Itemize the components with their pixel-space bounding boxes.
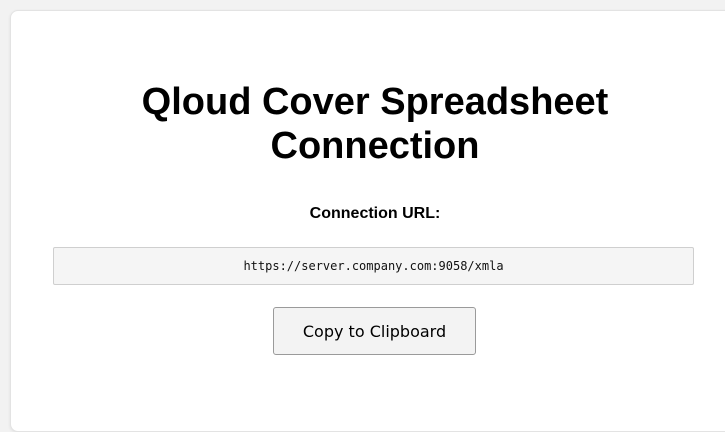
copy-to-clipboard-button[interactable]: Copy to Clipboard	[273, 307, 476, 355]
connection-url-label: Connection URL:	[309, 205, 441, 222]
page-title-line-1: Qloud Cover Spreadsheet	[141, 81, 609, 123]
page-title: Qloud Cover Spreadsheet Connection	[10, 80, 725, 168]
page-title-line-2: Connection	[270, 125, 480, 167]
connection-url-field[interactable]: https://server.company.com:9058/xmla	[53, 247, 694, 285]
